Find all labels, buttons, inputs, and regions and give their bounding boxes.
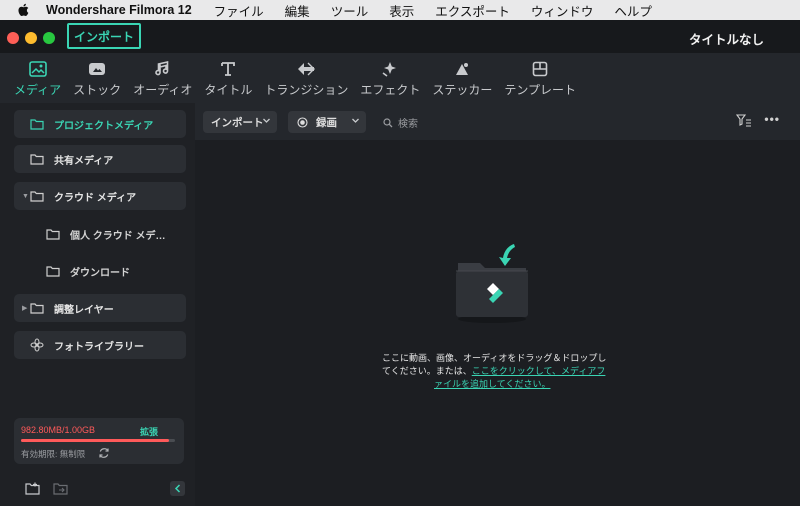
- collapse-sidebar-button[interactable]: [170, 481, 185, 496]
- folder-icon: [30, 302, 44, 314]
- add-media-link[interactable]: ここをクリックして、メディアフ: [472, 366, 606, 376]
- storage-expiry: 有効期限: 無制限: [21, 449, 86, 459]
- menu-help[interactable]: ヘルプ: [614, 1, 652, 20]
- filmora-window: Wondershare Filmora 12 ファイル 編集 ツール 表示 エク…: [0, 0, 800, 506]
- sidebar-item-photo-library[interactable]: フォトライブラリー: [14, 331, 186, 359]
- sidebar-item-shared-media[interactable]: 共有メディア: [14, 145, 186, 173]
- sidebar-item-label: ダウンロード: [70, 267, 130, 279]
- sidebar-item-adjustment-layer[interactable]: ▶ 調整レイヤー: [14, 294, 186, 322]
- chevron-down-icon: [262, 116, 271, 128]
- tab-transitions[interactable]: トランジション: [264, 53, 348, 103]
- menu-export[interactable]: エクスポート: [435, 1, 510, 20]
- folder-icon: [46, 265, 60, 277]
- menu-file[interactable]: ファイル: [214, 1, 264, 20]
- tab-titles-label: タイトル: [204, 82, 253, 97]
- stock-icon: [88, 59, 106, 79]
- sidebar-item-label: 共有メディア: [54, 155, 114, 167]
- tab-stickers[interactable]: ステッカー: [432, 53, 492, 103]
- search-box[interactable]: 検索: [383, 115, 418, 130]
- tab-effects-label: エフェクト: [360, 82, 421, 97]
- refresh-icon[interactable]: [98, 446, 110, 464]
- storage-usage: 982.80MB/1.00GB: [21, 425, 96, 435]
- folder-icon: [46, 228, 60, 240]
- sidebar-item-label: フォトライブラリー: [54, 341, 144, 353]
- chevron-down-icon: [351, 116, 360, 128]
- sticker-icon: [453, 59, 471, 79]
- expand-caret-icon[interactable]: ▶: [22, 304, 27, 312]
- record-icon: [297, 116, 308, 128]
- effects-sparkle-icon: [381, 59, 399, 79]
- media-library-panel: インポート 録画 検索 ••• ここに動画、画像、オーディオをドラッグ＆ドロップ…: [195, 103, 800, 506]
- import-tab-button[interactable]: インポート: [67, 23, 141, 49]
- menu-tools[interactable]: ツール: [331, 1, 369, 20]
- sidebar-item-downloads[interactable]: ダウンロード: [14, 257, 186, 285]
- library-toolbar: インポート 録画 検索 •••: [195, 103, 800, 140]
- sidebar-item-project-media[interactable]: プロジェクトメディア: [14, 110, 186, 138]
- search-placeholder: 検索: [398, 119, 418, 130]
- cloud-storage-panel: 982.80MB/1.00GB 拡張 有効期限: 無制限: [14, 418, 184, 464]
- storage-progress-bar: [21, 439, 175, 442]
- menu-edit[interactable]: 編集: [285, 1, 310, 20]
- tab-audio-label: オーディオ: [133, 82, 193, 97]
- title-bar: インポート タイトルなし: [0, 20, 800, 53]
- menu-view[interactable]: 表示: [389, 1, 414, 20]
- storage-progress-fill: [21, 439, 169, 442]
- sidebar-item-label: 調整レイヤー: [54, 304, 114, 316]
- sidebar-item-personal-cloud[interactable]: 個人 クラウド メデ…: [14, 220, 186, 248]
- more-options-icon[interactable]: •••: [764, 112, 780, 126]
- transition-icon: [296, 59, 316, 79]
- search-icon: [383, 117, 393, 128]
- project-title: タイトルなし: [688, 33, 764, 47]
- tab-media[interactable]: メディア: [14, 53, 61, 103]
- sidebar-item-label: 個人 クラウド メデ…: [70, 230, 166, 242]
- expand-caret-icon[interactable]: ▼: [22, 193, 29, 200]
- record-dropdown-label: 録画: [316, 116, 337, 129]
- tab-effects[interactable]: エフェクト: [360, 53, 420, 103]
- tab-templates-label: テンプレート: [504, 82, 577, 97]
- sidebar-footer: [0, 480, 195, 500]
- title-t-icon: [220, 59, 236, 79]
- import-dropdown-label: インポート: [211, 116, 264, 129]
- folder-icon: [30, 153, 44, 165]
- tab-media-label: メディア: [14, 82, 62, 97]
- chevron-left-icon: [174, 484, 181, 493]
- expand-storage-link[interactable]: 拡張: [140, 425, 158, 438]
- template-icon: [532, 59, 548, 79]
- tab-stock-label: ストック: [73, 82, 122, 97]
- resource-toolbar: メディア ストック オーディオ タイトル トランジション エフェクト ステッカー…: [0, 53, 800, 103]
- menu-app-name[interactable]: Wondershare Filmora 12: [46, 3, 192, 17]
- music-note-icon: [154, 59, 171, 79]
- tab-templates[interactable]: テンプレート: [504, 53, 576, 103]
- sidebar-item-label: プロジェクトメディア: [54, 120, 154, 132]
- media-sidebar: プロジェクトメディア 共有メディア ▼ クラウド メディア 個人 クラウド メデ…: [0, 103, 195, 506]
- tab-audio[interactable]: オーディオ: [133, 53, 192, 103]
- record-dropdown[interactable]: 録画: [288, 111, 366, 133]
- minimize-window-button[interactable]: [25, 32, 37, 44]
- media-icon: [28, 59, 47, 79]
- folder-icon: [30, 118, 44, 130]
- filter-icon[interactable]: [735, 114, 752, 132]
- tab-stock[interactable]: ストック: [73, 53, 121, 103]
- new-folder-icon[interactable]: [25, 482, 40, 500]
- empty-line-2: てください。または、: [382, 366, 472, 376]
- close-window-button[interactable]: [7, 32, 19, 44]
- empty-folder-illustration: [452, 241, 532, 326]
- photos-flower-icon: [30, 338, 44, 352]
- folder-icon: [30, 190, 44, 202]
- move-folder-icon[interactable]: [53, 482, 68, 500]
- empty-state-message: ここに動画、画像、オーディオをドラッグ＆ドロップし てください。または、ここをク…: [382, 352, 622, 391]
- menu-window[interactable]: ウィンドウ: [531, 1, 594, 20]
- import-dropdown[interactable]: インポート: [203, 111, 277, 133]
- apple-logo-icon[interactable]: [14, 3, 32, 17]
- sidebar-item-label: クラウド メディア: [54, 192, 137, 204]
- sidebar-item-cloud-media[interactable]: ▼ クラウド メディア: [14, 182, 186, 210]
- tab-titles[interactable]: タイトル: [204, 53, 252, 103]
- tab-transitions-label: トランジション: [264, 82, 349, 97]
- add-media-link-continued[interactable]: ァイルを追加してください。: [434, 379, 550, 389]
- zoom-window-button[interactable]: [43, 32, 55, 44]
- menu-bar: Wondershare Filmora 12 ファイル 編集 ツール 表示 エク…: [0, 0, 800, 20]
- empty-line-1: ここに動画、画像、オーディオをドラッグ＆ドロップし: [382, 353, 607, 363]
- tab-stickers-label: ステッカー: [432, 82, 493, 97]
